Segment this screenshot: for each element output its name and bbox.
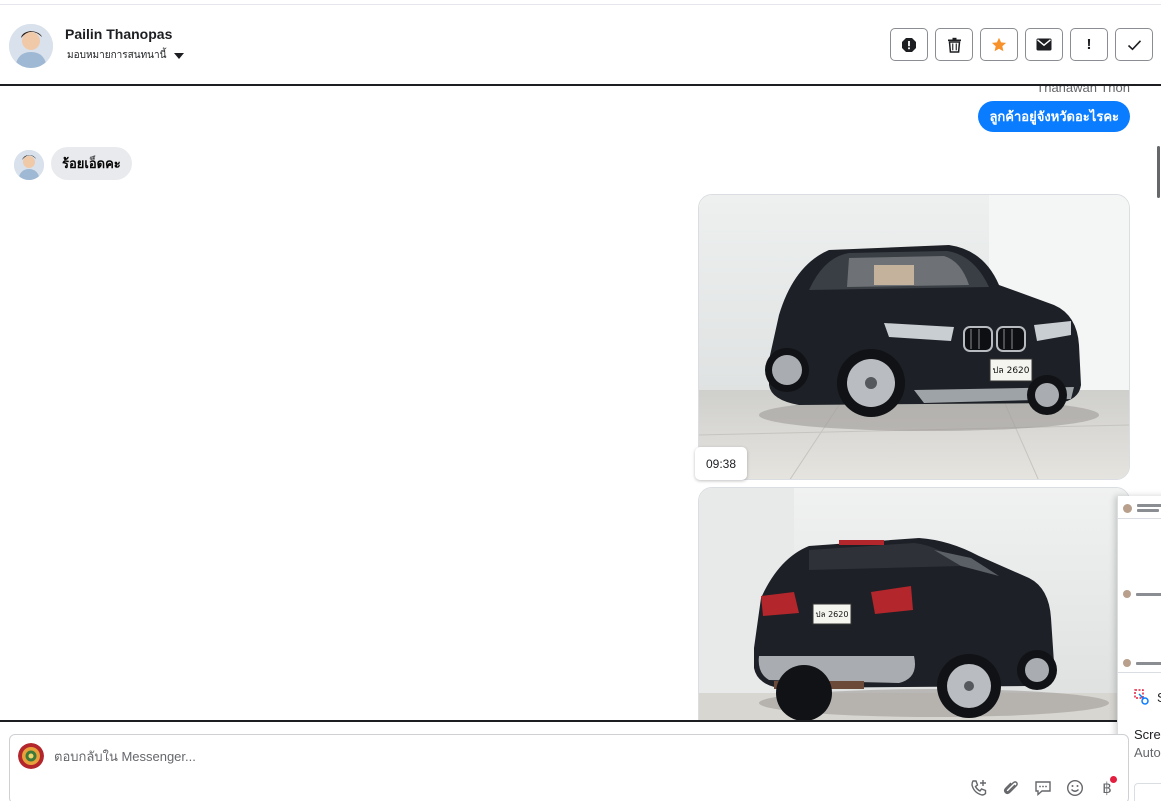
- call-button[interactable]: [968, 777, 990, 799]
- mini-text-line: [1137, 504, 1161, 507]
- star-button[interactable]: [980, 28, 1018, 61]
- mini-text-line: [1137, 509, 1159, 512]
- mail-icon: [1036, 38, 1052, 51]
- mini-avatar: [1123, 590, 1131, 598]
- mini-preview-title: S: [1157, 690, 1161, 705]
- mini-text-line: [1136, 662, 1161, 665]
- thread-scrollbar[interactable]: [1157, 146, 1160, 198]
- payment-button[interactable]: ฿: [1096, 776, 1118, 799]
- baht-icon: ฿: [1102, 776, 1117, 797]
- message-timestamp: 09:38: [695, 447, 747, 480]
- inbox-conversation-page: Pailin Thanopas มอบหมายการสนทนานี้ ! Tha…: [0, 0, 1161, 801]
- smiley-icon: [1066, 779, 1084, 797]
- mini-divider: [1118, 672, 1161, 673]
- incoming-message-bubble[interactable]: ร้อยเอ็ดคะ: [51, 147, 132, 180]
- saved-replies-button[interactable]: [1032, 777, 1054, 799]
- contact-name[interactable]: Pailin Thanopas: [65, 26, 172, 42]
- message-thread[interactable]: Thanawan Thon ลูกค้าอยู่จังหวัดอะไรคะ ร้…: [0, 86, 1161, 720]
- sender-name: Thanawan Thon: [1036, 86, 1130, 95]
- top-divider: [0, 4, 1161, 5]
- caret-down-icon: [174, 53, 185, 59]
- assign-conversation-dropdown[interactable]: มอบหมายการสนทนานี้: [67, 48, 185, 63]
- avatar-person-icon: [14, 150, 44, 180]
- attach-button[interactable]: [1000, 777, 1022, 799]
- mini-divider: [1118, 518, 1161, 519]
- reply-composer: ฿: [9, 734, 1129, 801]
- mini-screen-label: Scre: [1134, 727, 1161, 742]
- chat-bubble-icon: [1035, 781, 1051, 797]
- mini-auto-label: Auto: [1134, 745, 1161, 760]
- mark-unread-button[interactable]: [1025, 28, 1063, 61]
- outgoing-message-bubble[interactable]: ลูกค้าอยู่จังหวัดอะไรคะ: [978, 101, 1130, 132]
- star-icon: [991, 37, 1007, 51]
- phone-add-icon: [971, 780, 987, 796]
- conversation-header: Pailin Thanopas มอบหมายการสนทนานี้ !: [0, 6, 1161, 86]
- assign-label: มอบหมายการสนทนานี้: [67, 50, 167, 61]
- reply-input[interactable]: [54, 746, 754, 766]
- mini-avatar: [1123, 659, 1131, 667]
- header-actions: !: [890, 28, 1153, 61]
- follow-up-icon: !: [1086, 36, 1092, 53]
- spam-alert-icon: [902, 37, 916, 52]
- delete-button[interactable]: [935, 28, 973, 61]
- avatar-person-icon: [9, 24, 53, 68]
- composer-toolbar: ฿: [968, 776, 1118, 799]
- mini-text-line: [1136, 593, 1161, 596]
- mini-preview-card[interactable]: [1134, 783, 1161, 801]
- license-plate-text: ปล 2620: [993, 366, 1030, 376]
- car-rear-image: ปล 2620: [699, 488, 1129, 720]
- emoji-button[interactable]: [1064, 777, 1086, 799]
- mark-spam-button[interactable]: [890, 28, 928, 61]
- page-logo-icon: [18, 743, 44, 769]
- checkmark-icon: [1127, 39, 1141, 50]
- page-avatar: [18, 743, 44, 769]
- mini-avatar: [1123, 504, 1132, 513]
- paperclip-icon: [1003, 781, 1018, 795]
- trash-icon: [947, 37, 961, 53]
- car-photo-front[interactable]: ปล 2620: [698, 194, 1130, 480]
- notification-dot: [1109, 776, 1117, 783]
- follow-up-button[interactable]: !: [1070, 28, 1108, 61]
- car-front-image: ปล 2620: [699, 195, 1129, 479]
- car-photo-rear[interactable]: ปล 2620: [698, 487, 1130, 720]
- thread-bottom-divider: [0, 720, 1161, 722]
- contact-avatar-small: [14, 150, 44, 180]
- contact-avatar[interactable]: [9, 24, 53, 68]
- mark-done-button[interactable]: [1115, 28, 1153, 61]
- snipping-tool-icon: [1134, 689, 1149, 705]
- license-plate-rear-text: ปล 2620: [816, 610, 849, 619]
